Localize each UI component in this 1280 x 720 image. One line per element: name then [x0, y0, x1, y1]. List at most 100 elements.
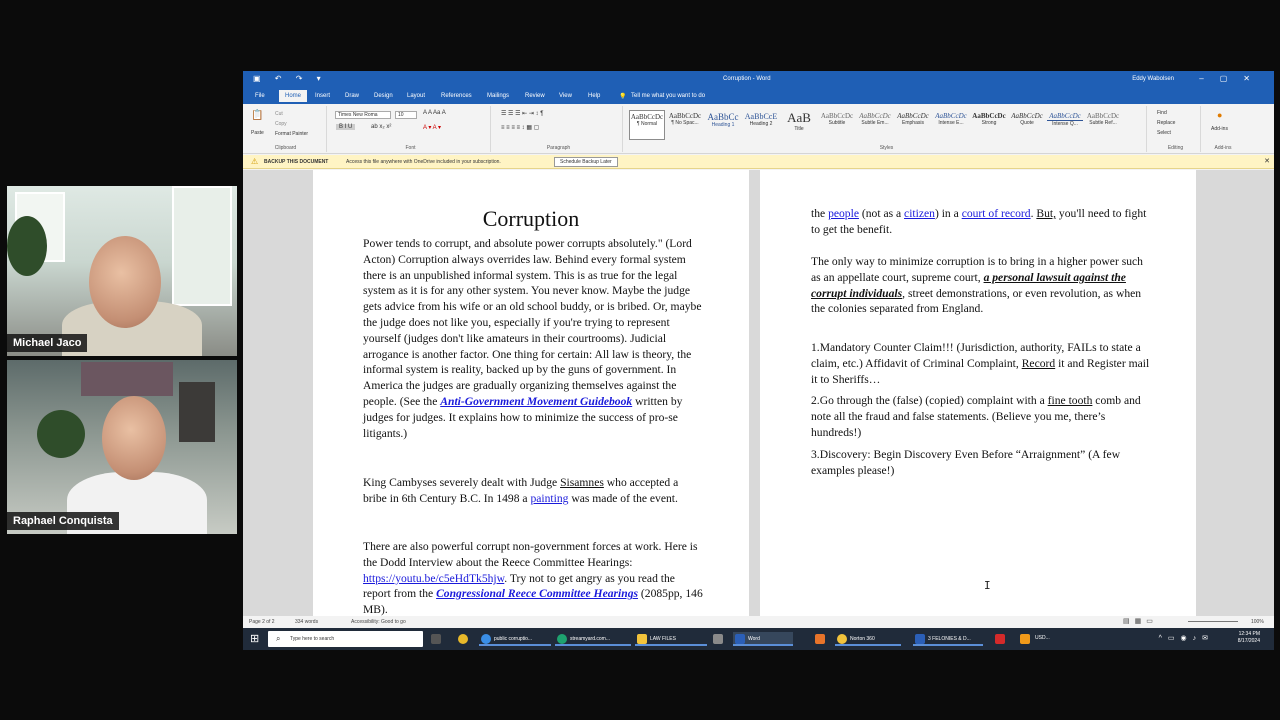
taskbar-search-input[interactable]: ⌕ Type here to search [268, 631, 423, 647]
tell-me-input[interactable]: Tell me what you want to do [631, 93, 705, 99]
people-link[interactable]: people [828, 207, 859, 220]
zoom-slider[interactable] [1188, 621, 1238, 622]
task-view-icon[interactable] [431, 634, 441, 644]
addins-button[interactable]: Add-ins [1211, 126, 1228, 132]
style-intense-emphasis[interactable]: AaBbCcDc Intense E... [933, 110, 969, 140]
background-shelf [179, 382, 215, 442]
page-count[interactable]: Page 2 of 2 [249, 619, 275, 625]
replace-button[interactable]: Replace [1157, 120, 1175, 126]
citizen-link[interactable]: citizen [904, 207, 935, 220]
pdf-icon[interactable] [995, 634, 1005, 644]
app-icon-orange[interactable] [815, 634, 825, 644]
windows-start-icon[interactable]: ⊞ [250, 632, 259, 645]
document-area[interactable]: Corruption Power tends to corrupt, and a… [243, 170, 1274, 616]
addins-icon[interactable]: ● [1217, 110, 1222, 120]
window-controls[interactable]: –▢✕ [1199, 74, 1266, 83]
tab-design[interactable]: Design [374, 93, 393, 99]
group-paragraph: ☰ ☰ ☰ ⇤ ⇥ ↕ ¶ ≡ ≡ ≡ ≡ ↕ ▦ ▢ Paragraph [495, 106, 623, 152]
paste-icon[interactable]: 📋 [251, 110, 263, 121]
font-name-select[interactable]: Times New Roma [335, 111, 391, 119]
view-mode-icons[interactable]: ▤▦▭ [1123, 617, 1158, 625]
paste-button[interactable]: Paste [251, 130, 264, 136]
tab-layout[interactable]: Layout [407, 93, 425, 99]
style-strong[interactable]: AaBbCcDc Strong [971, 110, 1007, 140]
cut-button[interactable]: Cut [275, 111, 283, 117]
tab-view[interactable]: View [559, 93, 572, 99]
style-intense-quote[interactable]: AaBbCcDc Intense Q... [1047, 110, 1083, 140]
find-button[interactable]: Find [1157, 110, 1167, 116]
youtube-link[interactable]: https://youtu.be/c5eHdTk5hjw [363, 572, 504, 585]
taskbar-app-folder[interactable]: LAW FILES [635, 632, 707, 646]
taskbar-app-chrome-2[interactable]: streamyard.com... [555, 632, 631, 646]
taskbar-app-chrome-1[interactable]: public corruptio... [479, 632, 551, 646]
weather-icon[interactable] [1020, 634, 1030, 644]
style-emphasis[interactable]: AaBbCcDc Emphasis [895, 110, 931, 140]
ribbon: 📋 Paste Cut Copy Format Painter Clipboar… [243, 104, 1274, 154]
paragraph-3: There are also powerful corrupt non-gove… [363, 540, 703, 616]
tab-insert[interactable]: Insert [315, 93, 330, 99]
style-subtle-reference[interactable]: AaBbCcDc Subtle Ref... [1085, 110, 1121, 140]
style-heading-2[interactable]: AaBbCcE Heading 2 [743, 110, 779, 140]
page-1[interactable]: Corruption Power tends to corrupt, and a… [313, 170, 749, 616]
guidebook-link[interactable]: Anti-Government Movement Guidebook [440, 395, 632, 408]
participant-name: Raphael Conquista [7, 512, 119, 530]
group-font: Times New Roma 10 A A Aa A B I U ab x₂ x… [331, 106, 491, 152]
quick-access-icons[interactable]: ▣ ↶ ↷ ▾ [253, 74, 327, 83]
paragraph-step-2: 2.Go through the (false) (copied) compla… [811, 394, 1141, 439]
font-color-icons[interactable]: A ▾ A ▾ [423, 124, 441, 131]
reece-report-link[interactable]: Congressional Reece Committee Hearings [436, 587, 638, 600]
style-no-spacing[interactable]: AaBbCcDc ¶ No Spac... [667, 110, 703, 140]
search-icon: ⌕ [276, 634, 281, 643]
schedule-backup-button[interactable]: Schedule Backup Later [554, 157, 618, 167]
list-icons[interactable]: ☰ ☰ ☰ ⇤ ⇥ ↕ ¶ [501, 110, 543, 117]
clock[interactable]: 12:34 PM 8/17/2024 [1238, 631, 1260, 645]
style-heading-1[interactable]: AaBbCc Heading 1 [705, 110, 741, 140]
style-title[interactable]: AaB Title [781, 110, 817, 140]
tab-help[interactable]: Help [588, 93, 600, 99]
tab-file[interactable]: File [255, 93, 265, 99]
taskbar-app-word[interactable]: Word [733, 632, 793, 646]
font-size-select[interactable]: 10 [395, 111, 417, 119]
tab-home[interactable]: Home [279, 90, 308, 102]
screen: Michael Jaco Raphael Conquista ▣ ↶ ↷ ▾ C… [0, 0, 1280, 720]
user-name[interactable]: Eddy Wabolsen [1132, 76, 1174, 82]
participant-face [89, 236, 161, 328]
style-subtle-emphasis[interactable]: AaBbCcDc Subtle Em... [857, 110, 893, 140]
video-tile-raphael: Raphael Conquista [7, 360, 237, 534]
court-of-record-link[interactable]: court of record [962, 207, 1031, 220]
tab-draw[interactable]: Draw [345, 93, 359, 99]
zoom-level[interactable]: 100% [1251, 619, 1264, 625]
align-icons[interactable]: ≡ ≡ ≡ ≡ ↕ ▦ ▢ [501, 124, 539, 131]
tab-mailings[interactable]: Mailings [487, 93, 509, 99]
page-2[interactable]: the people (not as a citizen) in a court… [760, 170, 1196, 616]
chrome-icon[interactable] [458, 634, 468, 644]
taskbar-app-norton[interactable]: Norton 360 [835, 632, 901, 646]
tab-references[interactable]: References [441, 93, 472, 99]
camera-icon[interactable] [713, 634, 723, 644]
backup-label: BACKUP THIS DOCUMENT [264, 159, 329, 165]
format-painter-button[interactable]: Format Painter [275, 131, 308, 137]
windows-taskbar: ⊞ ⌕ Type here to search public corruptio… [243, 628, 1274, 650]
group-label: Styles [879, 145, 894, 151]
style-normal[interactable]: AaBbCcDc ¶ Normal [629, 110, 665, 140]
accessibility-status[interactable]: Accessibility: Good to go [351, 619, 406, 625]
painting-link[interactable]: painting [530, 492, 568, 505]
taskbar-app-felonies[interactable]: 3 FELONIES & D... [913, 632, 983, 646]
select-button[interactable]: Select [1157, 130, 1171, 136]
strike-sub-sup-icons[interactable]: ab x₂ x² [371, 124, 391, 130]
group-label: Editing [1167, 145, 1184, 151]
status-bar: Page 2 of 2 334 words Accessibility: Goo… [243, 616, 1274, 628]
paragraph-1: Power tends to corrupt, and absolute pow… [363, 237, 702, 440]
participant-face [102, 396, 166, 480]
style-quote[interactable]: AaBbCcDc Quote [1009, 110, 1045, 140]
tab-review[interactable]: Review [525, 93, 545, 99]
style-subtitle[interactable]: AaBbCcDc Subtitle [819, 110, 855, 140]
system-tray-icons[interactable]: ^▭◉♪✉ [1159, 634, 1214, 642]
participant-name: Michael Jaco [7, 334, 88, 352]
font-grow-icons[interactable]: A A Aa A [423, 110, 446, 116]
close-icon[interactable]: ✕ [1264, 157, 1270, 165]
copy-button[interactable]: Copy [275, 121, 287, 127]
bold-italic-underline-buttons[interactable]: B I U [336, 124, 356, 130]
word-count[interactable]: 334 words [295, 619, 318, 625]
weather-text[interactable]: USD... [1035, 635, 1050, 641]
